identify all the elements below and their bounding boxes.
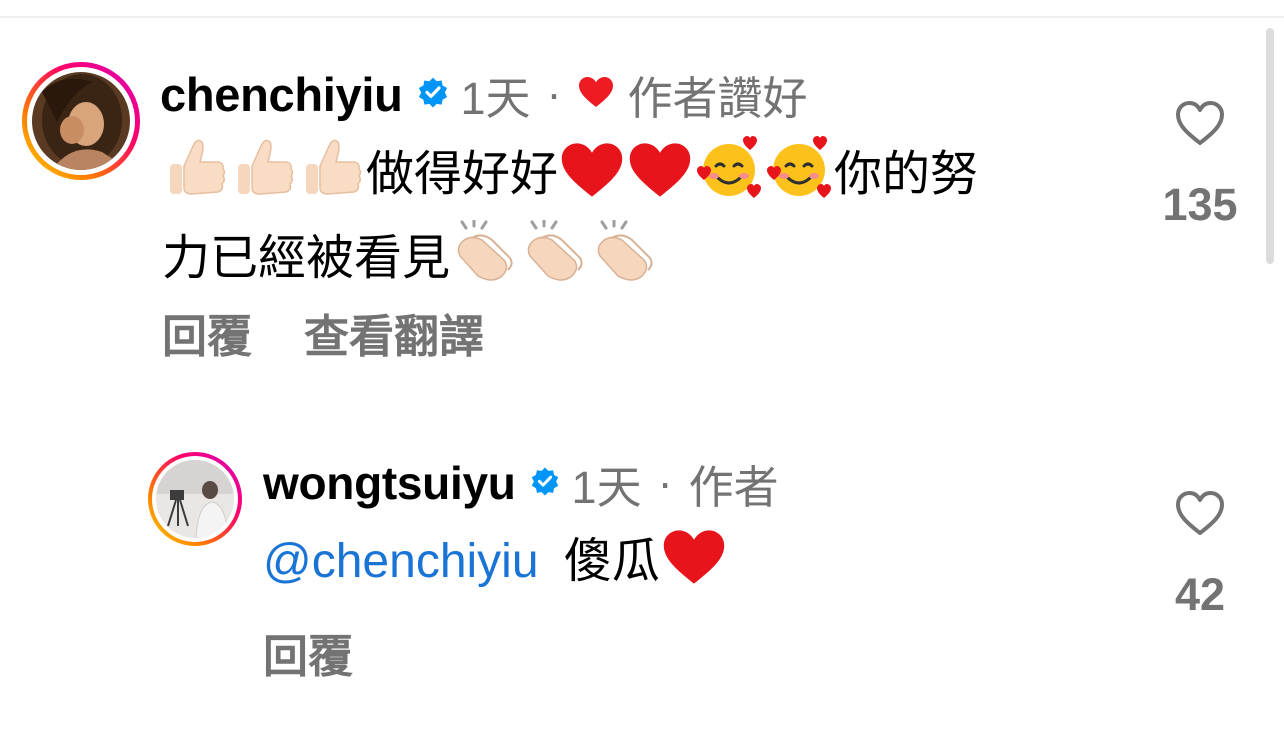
reply-button[interactable]: 回覆 (162, 300, 252, 365)
comment-text-main: 傻瓜 (563, 535, 660, 588)
avatar[interactable] (148, 452, 242, 546)
scrollbar[interactable] (1266, 28, 1274, 264)
like-count[interactable]: 135 (1162, 179, 1237, 231)
comment-actions: 回覆 查看翻譯 (162, 300, 484, 365)
like-heart-icon[interactable] (1175, 100, 1225, 151)
comment-text-part1: 做得好好 (366, 148, 559, 201)
red-heart-icon (560, 140, 624, 220)
avatar[interactable] (22, 62, 140, 180)
mention-link[interactable]: @chenchiyiu (263, 535, 539, 588)
red-heart-icon (628, 140, 692, 220)
clapping-hands-icon (522, 218, 588, 304)
avatar-photo (156, 460, 234, 538)
author-liked-heart-icon (578, 76, 614, 113)
avatar-photo (32, 72, 130, 170)
comment-text: @chenchiyiu 傻瓜 (263, 527, 1063, 607)
comment-text: 做得好好 你的努力已經被看見 (162, 136, 1152, 304)
verified-badge-icon (530, 466, 560, 501)
username[interactable]: chenchiyiu (160, 67, 403, 122)
comment-text-part3: 力已經被看見 (162, 232, 451, 285)
username[interactable]: wongtsuiyu (263, 456, 516, 510)
clapping-hands-icon (452, 218, 518, 304)
comment-text-part2: 你的努 (834, 148, 979, 201)
red-heart-icon (662, 527, 726, 607)
author-label: 作者 (688, 461, 779, 513)
timestamp: 1天 (460, 72, 531, 124)
separator-dot: · (657, 457, 673, 508)
smiling-face-with-hearts-icon (696, 136, 762, 220)
like-heart-icon[interactable] (1175, 490, 1225, 541)
clapping-hands-icon (592, 218, 658, 304)
thumbs-up-icon (300, 136, 364, 220)
top-divider (0, 16, 1284, 18)
comment-header: chenchiyiu 1天 · 作者讚好 (160, 64, 808, 124)
author-liked-label: 作者讚好 (627, 72, 808, 124)
like-count[interactable]: 42 (1175, 569, 1225, 621)
verified-badge-icon (417, 76, 449, 113)
like-column: 42 (1140, 490, 1260, 621)
smiling-face-with-hearts-icon (766, 136, 832, 220)
comment-header: wongtsuiyu 1天 · 作者 (263, 455, 779, 513)
thumbs-up-icon (232, 136, 296, 220)
comment-actions: 回覆 (263, 620, 353, 685)
reply-button[interactable]: 回覆 (263, 620, 353, 685)
thumbs-up-icon (164, 136, 228, 220)
separator-dot: · (546, 68, 562, 119)
timestamp: 1天 (571, 461, 642, 513)
see-translation-button[interactable]: 查看翻譯 (304, 300, 484, 365)
like-column: 135 (1140, 100, 1260, 231)
